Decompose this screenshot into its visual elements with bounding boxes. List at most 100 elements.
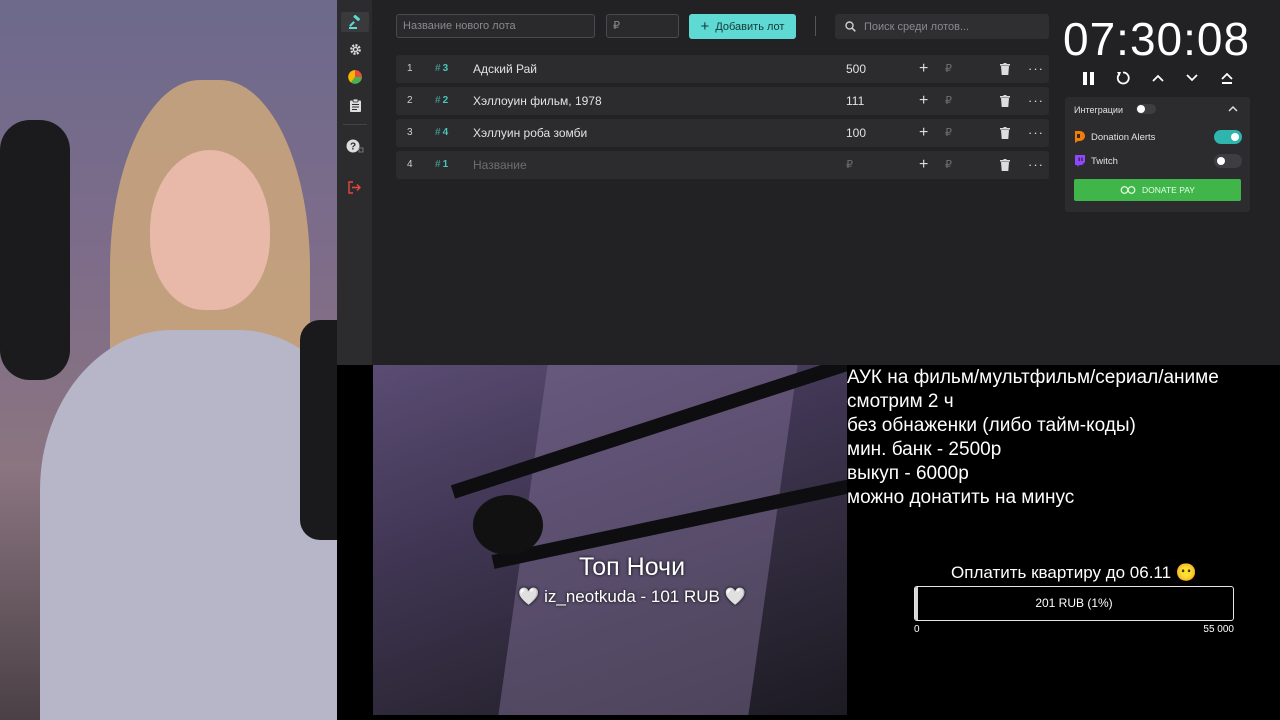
new-lot-name-input[interactable]: [396, 14, 595, 38]
lot-amount-input[interactable]: ₽: [846, 151, 853, 179]
room-camera-feed: [373, 365, 847, 715]
sidebar-divider: [343, 124, 367, 125]
plus-icon: +: [700, 18, 710, 35]
add-lot-label: Добавить лот: [715, 20, 785, 33]
donate-pay-label: DONATE PAY: [1142, 185, 1195, 195]
top-night-entry: 🤍 iz_neotkuda - 101 RUB 🤍: [518, 587, 746, 606]
more-icon[interactable]: ···: [1028, 119, 1044, 147]
gavel-icon[interactable]: [341, 12, 369, 32]
more-icon[interactable]: ···: [1028, 151, 1044, 179]
lot-name[interactable]: Хэллуин роба зомби: [473, 119, 587, 147]
lot-index: 4: [407, 159, 413, 170]
new-lot-amount-input[interactable]: [606, 14, 679, 38]
lot-id-value: 1: [442, 159, 449, 170]
lot-name[interactable]: Адский Рай: [473, 55, 537, 83]
lot-id: #4: [435, 127, 449, 138]
lot-index: 3: [407, 127, 413, 138]
rule-line: АУК на фильм/мультфильм/сериал/аниме: [847, 367, 1219, 388]
lot-name[interactable]: Хэллоуин фильм, 1978: [473, 87, 602, 115]
gear-icon[interactable]: [345, 39, 365, 59]
microphone: [300, 320, 337, 540]
webcam-feed: [0, 0, 337, 720]
chevron-up-icon[interactable]: [1148, 68, 1168, 88]
lot-amount[interactable]: 500: [846, 55, 866, 83]
help-icon[interactable]: ?: [345, 136, 365, 156]
lot-extra-amount[interactable]: ₽: [945, 119, 952, 147]
chair: [0, 120, 70, 380]
donation-alerts-toggle[interactable]: [1214, 130, 1242, 144]
more-icon[interactable]: ···: [1028, 55, 1044, 83]
auction-timer: 07:30:08: [1063, 13, 1251, 65]
add-amount-icon[interactable]: +: [919, 55, 928, 83]
donationalerts-icon: [1075, 131, 1085, 143]
rule-line: мин. банк - 2500р: [847, 439, 1002, 460]
lot-id-value: 4: [442, 127, 449, 138]
timer-controls: [1078, 68, 1242, 88]
clipboard-icon[interactable]: [345, 95, 365, 115]
add-lot-button[interactable]: + Добавить лот: [689, 14, 796, 39]
lot-amount[interactable]: 111: [846, 87, 864, 115]
twitch-toggle[interactable]: [1214, 154, 1242, 168]
integration-name: Donation Alerts: [1091, 131, 1156, 143]
trash-icon[interactable]: [1000, 127, 1010, 139]
add-amount-icon[interactable]: +: [919, 119, 928, 147]
lot-extra-amount[interactable]: ₽: [945, 151, 952, 179]
logout-icon[interactable]: [345, 177, 365, 197]
search-input[interactable]: [864, 20, 1034, 33]
add-amount-icon[interactable]: +: [919, 151, 928, 179]
lot-index: 2: [407, 95, 413, 106]
toolbar-divider: [815, 16, 816, 36]
integrations-title: Интеграции: [1074, 105, 1123, 115]
svg-text:?: ?: [350, 142, 356, 153]
chevron-down-icon[interactable]: [1182, 68, 1202, 88]
sidebar: ?: [337, 0, 372, 365]
lot-extra-amount[interactable]: ₽: [945, 55, 952, 83]
integrations-toggle[interactable]: [1136, 104, 1156, 114]
rule-line: выкуп - 6000р: [847, 463, 969, 484]
search-icon: [845, 21, 856, 32]
lot-row-empty[interactable]: 4 #1 Название ₽ + ₽ ···: [396, 151, 1049, 179]
rule-line: можно донатить на минус: [847, 487, 1075, 508]
pie-chart-icon[interactable]: [345, 67, 365, 87]
chevron-up-icon[interactable]: [1228, 105, 1238, 112]
goal-progress-bar: 201 RUB (1%): [914, 586, 1234, 621]
lot-id: #3: [435, 63, 449, 74]
integrations-panel: Интеграции Donation Alerts Twitch DONATE…: [1065, 97, 1250, 212]
lot-extra-amount[interactable]: ₽: [945, 87, 952, 115]
more-icon[interactable]: ···: [1028, 87, 1044, 115]
lot-row[interactable]: 2 #2 Хэллоуин фильм, 1978 111 + ₽ ···: [396, 87, 1049, 115]
integration-twitch: Twitch: [1074, 153, 1118, 169]
add-amount-icon[interactable]: +: [919, 87, 928, 115]
lot-amount[interactable]: 100: [846, 119, 866, 147]
lot-search[interactable]: [835, 14, 1049, 39]
lot-row[interactable]: 1 #3 Адский Рай 500 + ₽ ···: [396, 55, 1049, 83]
trash-icon[interactable]: [1000, 95, 1010, 107]
trash-icon[interactable]: [1000, 63, 1010, 75]
goal-min-label: 0: [914, 624, 920, 635]
top-night-title: Топ Ночи: [578, 553, 686, 581]
goal-progress-text: 201 RUB (1%): [1035, 596, 1113, 610]
integration-donation-alerts: Donation Alerts: [1074, 129, 1155, 145]
goal-title: Оплатить квартиру до 06.11 😶: [951, 563, 1197, 582]
lot-index: 1: [407, 63, 413, 74]
lot-id-value: 3: [442, 63, 449, 74]
lot-id-value: 2: [442, 95, 449, 106]
donate-pay-button[interactable]: DONATE PAY: [1074, 179, 1241, 201]
trash-icon[interactable]: [1000, 159, 1010, 171]
twitch-icon: [1075, 155, 1085, 167]
eject-icon[interactable]: [1217, 68, 1237, 88]
lot-row[interactable]: 3 #4 Хэллуин роба зомби 100 + ₽ ···: [396, 119, 1049, 147]
streamer-face: [150, 150, 270, 310]
pause-icon[interactable]: [1078, 68, 1098, 88]
donatepay-icon: [1120, 186, 1136, 194]
lot-id: #2: [435, 95, 449, 106]
restart-icon[interactable]: [1113, 68, 1133, 88]
auction-rules: АУК на фильм/мультфильм/сериал/аниме смо…: [847, 366, 1277, 510]
lot-list: 1 #3 Адский Рай 500 + ₽ ··· 2 #2 Хэллоуи…: [396, 55, 1049, 183]
rule-line: без обнаженки (либо тайм-коды): [847, 415, 1136, 436]
integration-name: Twitch: [1091, 155, 1118, 167]
rule-line: смотрим 2 ч: [847, 391, 954, 412]
goal-max-label: 55 000: [1203, 624, 1234, 635]
lot-id: #1: [435, 159, 449, 170]
lot-name-input[interactable]: Название: [473, 151, 527, 179]
